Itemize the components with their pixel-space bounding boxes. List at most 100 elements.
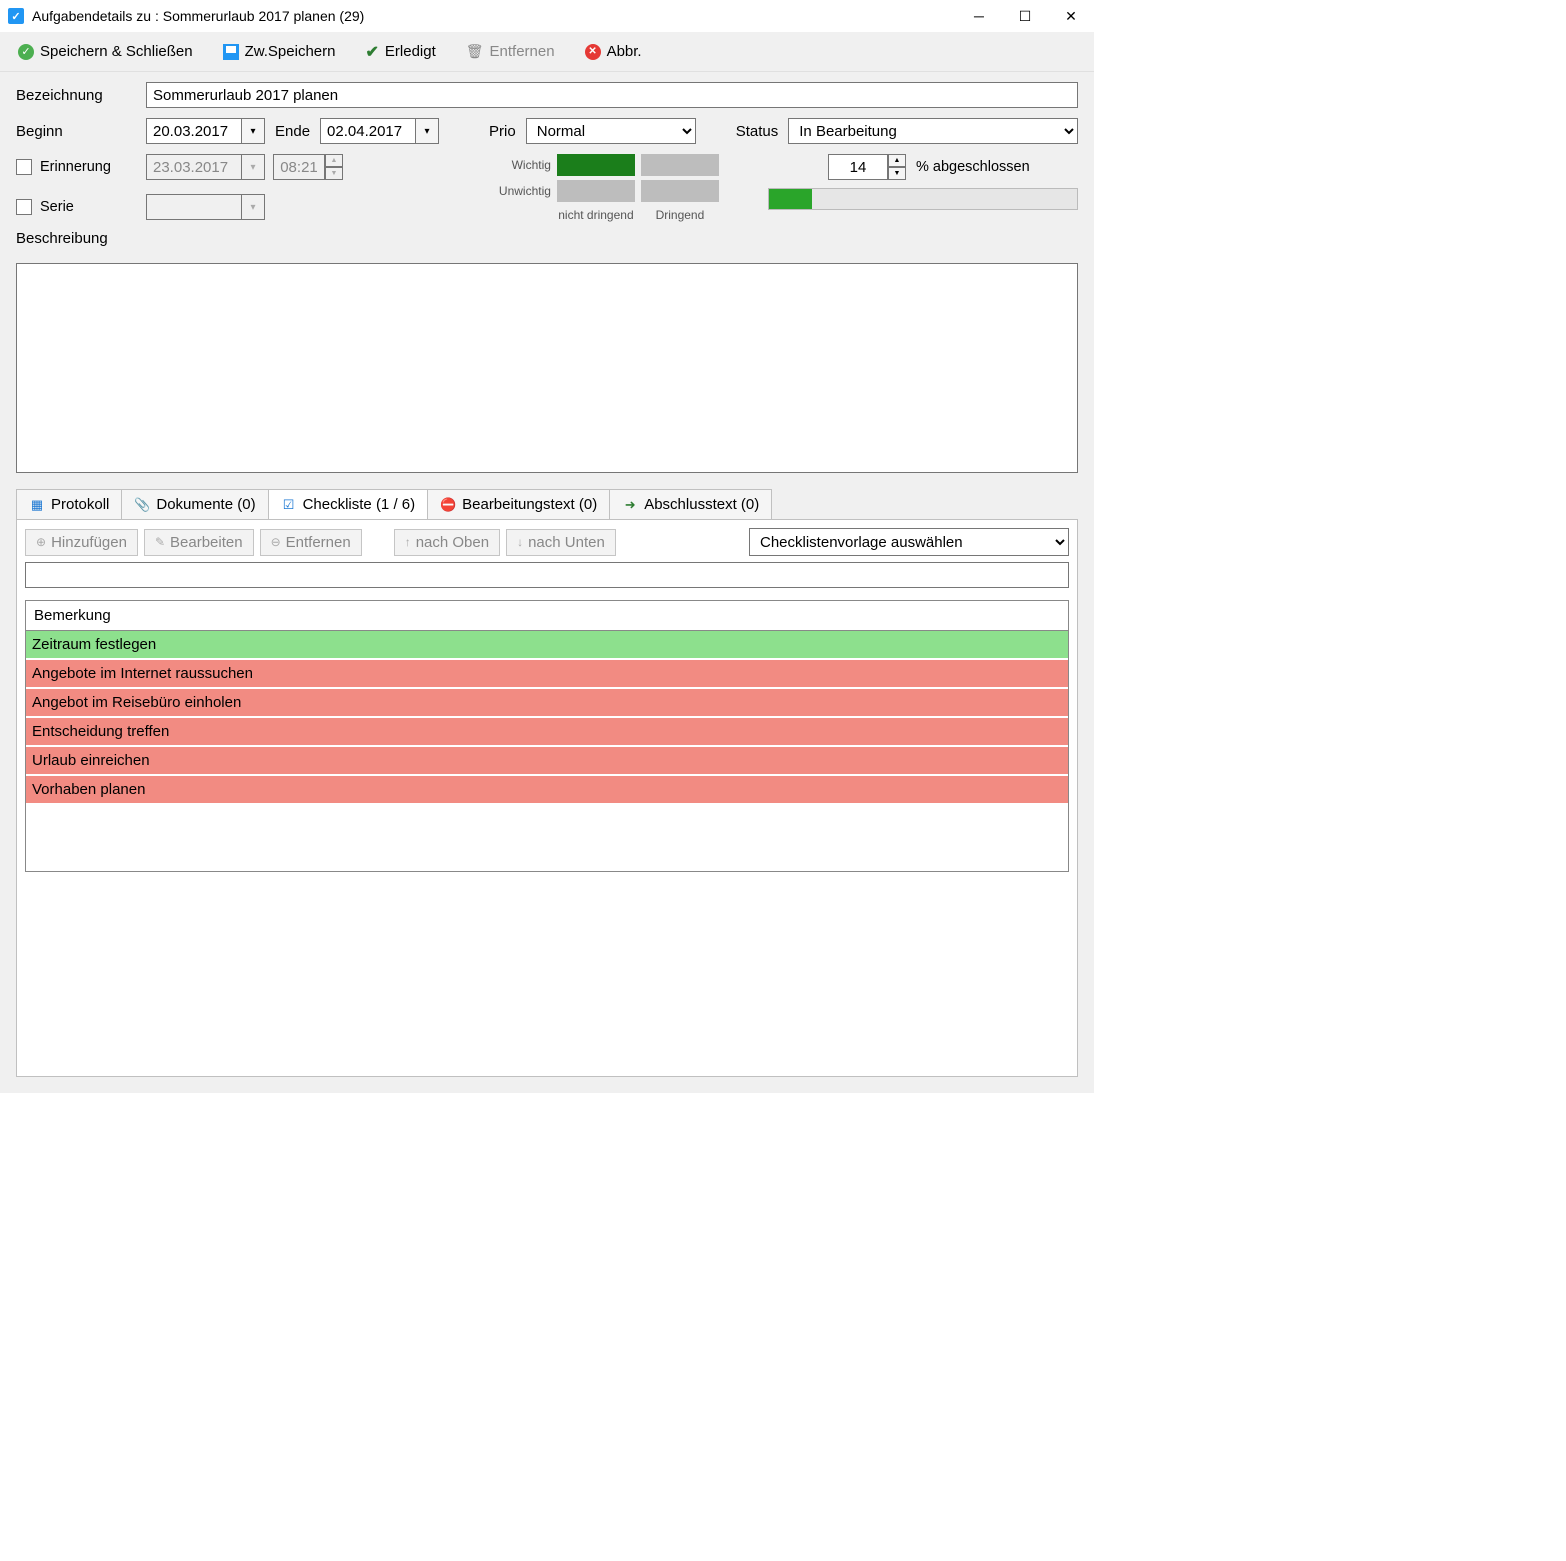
begin-date-input[interactable]: ▾ [146, 118, 265, 144]
checklist-edit-button[interactable]: ✎ Bearbeiten [144, 529, 254, 556]
protocol-icon: ▦ [29, 497, 45, 513]
label-prio: Prio [489, 123, 516, 140]
checklist-grid: Bemerkung Zeitraum festlegenAngebote im … [25, 600, 1069, 872]
tab-bearbeitung-label: Bearbeitungstext (0) [462, 496, 597, 513]
checklist-row[interactable]: Urlaub einreichen [26, 747, 1068, 776]
save-icon [223, 44, 239, 60]
maximize-button[interactable]: ☐ [1002, 0, 1048, 32]
tab-bearbeitung[interactable]: ⛔ Bearbeitungstext (0) [427, 489, 610, 519]
checklist-add-button[interactable]: ⊕ Hinzufügen [25, 529, 138, 556]
matrix-col-nichtdringend: nicht dringend [557, 208, 635, 222]
status-select[interactable]: In Bearbeitung [788, 118, 1078, 144]
checklist-row[interactable]: Vorhaben planen [26, 776, 1068, 805]
label-end: Ende [275, 123, 310, 140]
priority-matrix: Wichtig Unwichtig nicht dringend Dringen… [491, 154, 719, 222]
cancel-icon: ✕ [585, 44, 601, 60]
window-title: Aufgabendetails zu : Sommerurlaub 2017 p… [32, 8, 956, 24]
checklist-down-label: nach Unten [528, 534, 605, 551]
checklist-row[interactable]: Angebot im Reisebüro einholen [26, 689, 1068, 718]
chevron-up-icon[interactable]: ▲ [888, 154, 906, 167]
checklist-remove-button[interactable]: ⊖ Entfernen [260, 529, 362, 556]
checklist-icon: ☑ [281, 497, 297, 513]
chevron-down-icon: ▾ [241, 194, 265, 220]
label-name: Bezeichnung [16, 87, 136, 104]
chevron-down-icon: ▾ [241, 154, 265, 180]
tab-abschluss[interactable]: ➜ Abschlusstext (0) [609, 489, 772, 519]
description-textarea[interactable] [16, 263, 1078, 473]
chevron-down-icon[interactable]: ▾ [415, 118, 439, 144]
checklist-row[interactable]: Zeitraum festlegen [26, 631, 1068, 660]
reminder-date-input: ▾ [146, 154, 265, 180]
chevron-down-icon[interactable]: ▾ [241, 118, 265, 144]
checklist-down-button[interactable]: ↓ nach Unten [506, 529, 616, 556]
save-button[interactable]: Zw.Speichern [217, 39, 342, 64]
trash-icon: 🗑 [466, 43, 484, 60]
done-button[interactable]: ✔ Erledigt [359, 38, 441, 66]
chevron-down-icon: ▼ [325, 167, 343, 180]
checklist-up-button[interactable]: ↑ nach Oben [394, 529, 500, 556]
cancel-label: Abbr. [607, 43, 642, 60]
label-reminder: Erinnerung [40, 159, 111, 175]
progress-value-input[interactable] [828, 154, 888, 180]
end-date-field[interactable] [320, 118, 415, 144]
tab-checkliste-label: Checkliste (1 / 6) [303, 496, 416, 513]
plus-icon: ⊕ [36, 535, 46, 549]
arrow-down-icon: ↓ [517, 535, 523, 549]
tab-protokoll[interactable]: ▦ Protokoll [16, 489, 122, 519]
begin-date-field[interactable] [146, 118, 241, 144]
end-date-input[interactable]: ▾ [320, 118, 439, 144]
checklist-filter-input[interactable] [25, 562, 1069, 588]
remove-label: Entfernen [490, 43, 555, 60]
tabs: ▦ Protokoll 📎 Dokumente (0) ☑ Checkliste… [16, 489, 1078, 519]
reminder-time-input: ▲ ▼ [273, 154, 343, 180]
checklist-header: Bemerkung [26, 601, 1068, 631]
tab-dokumente-label: Dokumente (0) [156, 496, 255, 513]
series-checkbox[interactable] [16, 199, 32, 215]
save-close-button[interactable]: ✓ Speichern & Schließen [12, 39, 199, 64]
matrix-col-dringend: Dringend [641, 208, 719, 222]
minimize-button[interactable]: ─ [956, 0, 1002, 32]
chevron-down-icon[interactable]: ▼ [888, 167, 906, 180]
matrix-row-wichtig: Wichtig [491, 158, 551, 172]
check-icon: ✓ [18, 44, 34, 60]
series-input: ▾ [146, 194, 265, 220]
tab-protokoll-label: Protokoll [51, 496, 109, 513]
label-status: Status [736, 123, 779, 140]
tab-dokumente[interactable]: 📎 Dokumente (0) [121, 489, 268, 519]
alert-icon: ⛔ [440, 497, 456, 513]
checklist-row[interactable]: Entscheidung treffen [26, 718, 1068, 747]
label-description: Beschreibung [16, 230, 481, 247]
matrix-cell-wichtig-dringend[interactable] [641, 154, 719, 176]
prio-select[interactable]: Normal [526, 118, 696, 144]
progress-spinner[interactable]: ▲ ▼ [828, 154, 906, 180]
matrix-row-unwichtig: Unwichtig [491, 184, 551, 198]
edit-icon: ✎ [155, 535, 165, 549]
chevron-up-icon: ▲ [325, 154, 343, 167]
tab-checkliste[interactable]: ☑ Checkliste (1 / 6) [268, 489, 429, 519]
series-field [146, 194, 241, 220]
done-label: Erledigt [385, 43, 436, 60]
matrix-cell-unwichtig-dringend[interactable] [641, 180, 719, 202]
paperclip-icon: 📎 [134, 497, 150, 513]
checklist-template-select[interactable]: Checklistenvorlage auswählen [749, 528, 1069, 556]
checklist-up-label: nach Oben [416, 534, 489, 551]
close-button[interactable]: ✕ [1048, 0, 1094, 32]
checklist-add-label: Hinzufügen [51, 534, 127, 551]
label-begin: Beginn [16, 123, 136, 140]
checklist-row[interactable]: Angebote im Internet raussuchen [26, 660, 1068, 689]
matrix-cell-wichtig-nichtdringend[interactable] [557, 154, 635, 176]
save-label: Zw.Speichern [245, 43, 336, 60]
reminder-checkbox[interactable] [16, 159, 32, 175]
name-input[interactable] [146, 82, 1078, 108]
matrix-cell-unwichtig-nichtdringend[interactable] [557, 180, 635, 202]
reminder-date-field [146, 154, 241, 180]
cancel-button[interactable]: ✕ Abbr. [579, 39, 648, 64]
progress-label: % abgeschlossen [916, 159, 1030, 175]
remove-button[interactable]: 🗑 Entfernen [460, 39, 561, 64]
done-icon: ✔ [365, 42, 378, 62]
app-icon [8, 8, 24, 24]
finish-icon: ➜ [622, 497, 638, 513]
checklist-remove-label: Entfernen [286, 534, 351, 551]
progress-bar [768, 188, 1078, 210]
checklist-panel: ⊕ Hinzufügen ✎ Bearbeiten ⊖ Entfernen ↑ … [16, 519, 1078, 1077]
